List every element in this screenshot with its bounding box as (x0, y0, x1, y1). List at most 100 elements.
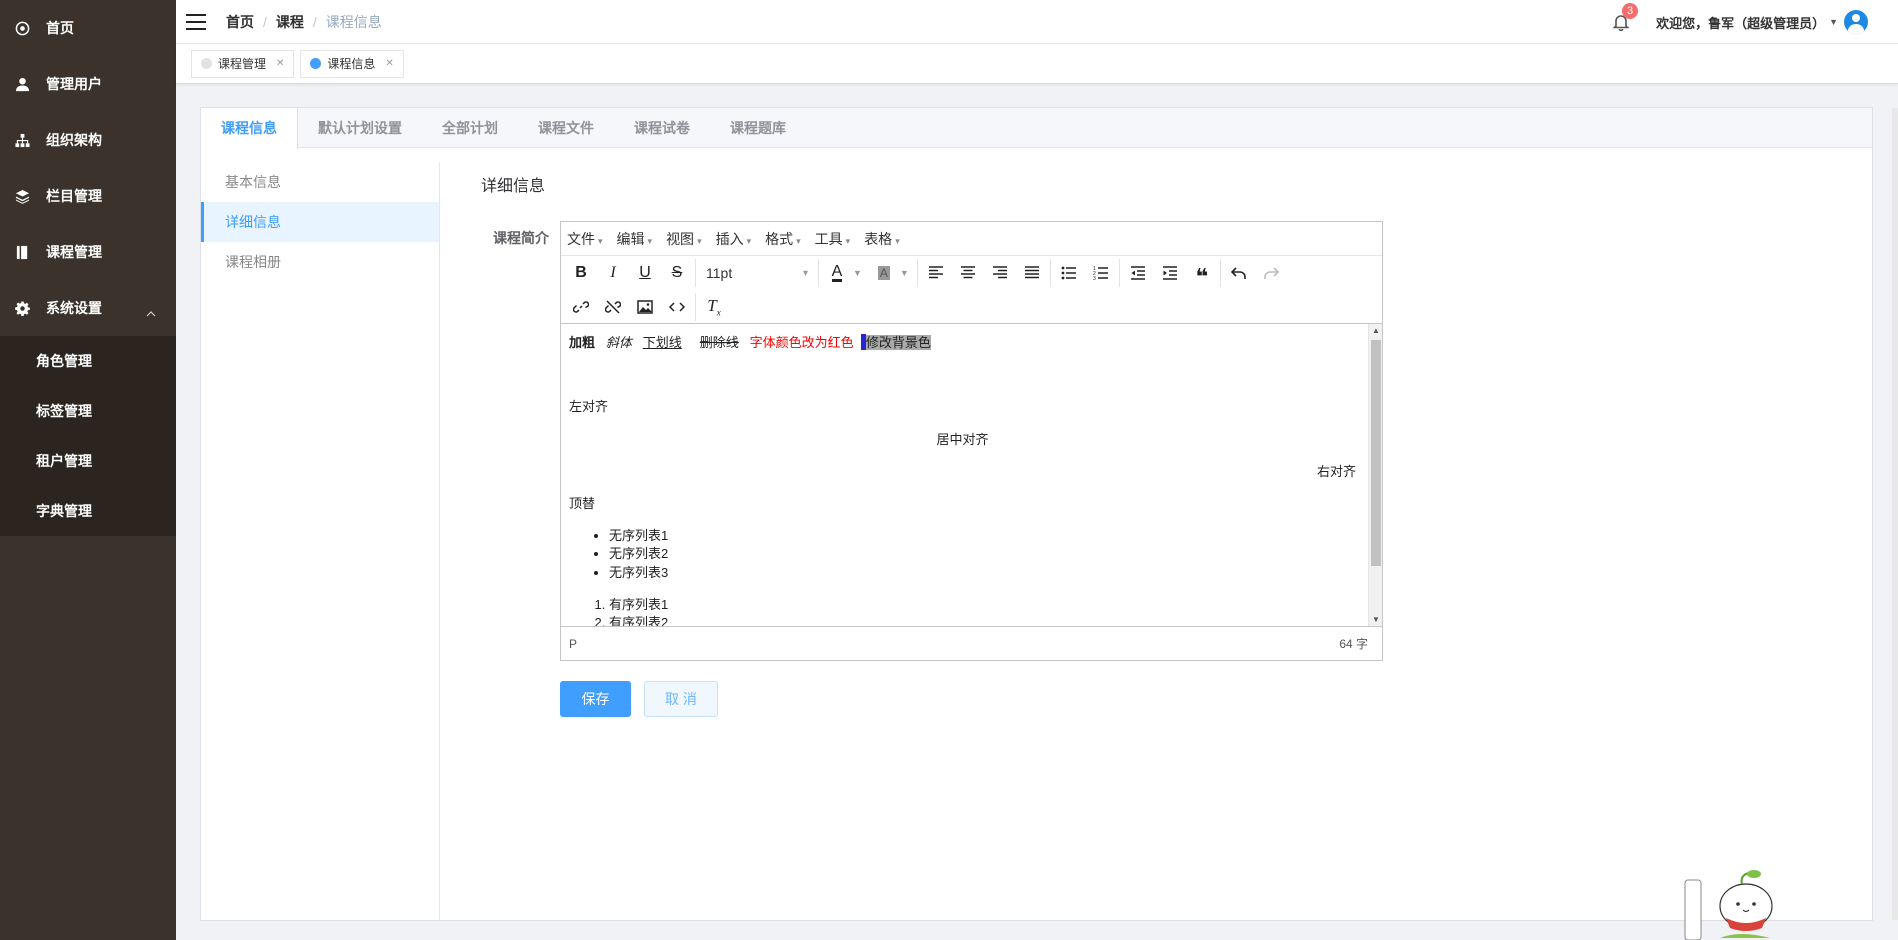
sidebar-item-label: 课程管理 (46, 244, 102, 260)
tag-course-info[interactable]: 课程信息 ✕ (300, 49, 404, 78)
scroll-up-icon[interactable]: ▲ (1372, 326, 1380, 335)
background-color-icon[interactable]: A (868, 259, 900, 287)
sidebar-item-settings[interactable]: 系统设置 (0, 280, 176, 336)
underline-icon[interactable]: U (629, 259, 661, 287)
page-scrollbar[interactable] (1892, 108, 1898, 920)
align-justify-icon[interactable] (1016, 259, 1048, 287)
menu-file[interactable]: 文件 (567, 229, 603, 249)
link-icon[interactable] (565, 293, 597, 321)
align-center-icon[interactable] (952, 259, 984, 287)
sidebar-item-users[interactable]: 管理用户 (0, 56, 176, 112)
align-left-icon[interactable] (920, 259, 952, 287)
menu-view[interactable]: 视图 (666, 229, 702, 249)
text-color-button[interactable]: A ▼ (821, 259, 868, 287)
org-tree-icon (14, 132, 30, 148)
undo-icon[interactable] (1223, 259, 1255, 287)
toolbar-divider (916, 259, 918, 287)
sidebar-item-org[interactable]: 组织架构 (0, 112, 176, 168)
outdent-icon[interactable] (1122, 259, 1154, 287)
menu-tools[interactable]: 工具 (815, 229, 851, 249)
tab-question-bank[interactable]: 课程题库 (710, 108, 806, 147)
strikethrough-icon[interactable]: S (661, 259, 693, 287)
bullet-list-icon[interactable] (1053, 259, 1085, 287)
toolbar-divider (1118, 259, 1120, 287)
list-item: 无序列表1 (609, 527, 1356, 545)
background-color-button[interactable]: A ▼ (868, 259, 915, 287)
scroll-down-icon[interactable]: ▼ (1372, 615, 1380, 624)
chevron-down-icon[interactable]: ▼ (900, 268, 909, 278)
field-label: 课程简介 (493, 230, 549, 246)
text-strike: 删除线 (699, 335, 739, 350)
code-icon[interactable] (661, 293, 693, 321)
tab-default-plan[interactable]: 默认计划设置 (298, 108, 422, 147)
tab-course-files[interactable]: 课程文件 (518, 108, 614, 147)
menu-detail-info[interactable]: 详细信息 (201, 202, 439, 242)
editor-scrollbar[interactable]: ▲ ▼ (1368, 324, 1382, 626)
editor-toolbar-row1: B I U S 11pt A ▼ A ▼ 123 (561, 256, 1382, 290)
layers-icon (14, 188, 30, 204)
font-size-select[interactable]: 11pt (698, 259, 816, 287)
user-icon (14, 76, 30, 92)
sidebar-item-label: 角色管理 (36, 353, 92, 369)
main-card: 课程信息 默认计划设置 全部计划 课程文件 课程试卷 课程题库 基本信息 详细信… (200, 107, 1873, 921)
italic-icon[interactable]: I (597, 259, 629, 287)
menu-format[interactable]: 格式 (765, 229, 801, 249)
avatar[interactable] (1844, 10, 1868, 34)
hamburger-menu-icon[interactable] (186, 13, 206, 30)
clear-format-icon[interactable]: Tx (698, 293, 730, 321)
sidebar-item-label: 租户管理 (36, 453, 92, 469)
sidebar-item-dictionary[interactable]: 字典管理 (0, 486, 176, 536)
toolbar-divider (818, 259, 819, 287)
list-item: 有序列表1 (609, 596, 1356, 614)
editor-toolbar-row2: Tx (561, 290, 1382, 324)
sidebar-item-tenants[interactable]: 租户管理 (0, 436, 176, 486)
text-color-icon[interactable]: A (821, 259, 853, 287)
close-icon[interactable]: ✕ (276, 58, 284, 69)
tab-course-papers[interactable]: 课程试卷 (614, 108, 710, 147)
menu-insert[interactable]: 插入 (716, 229, 752, 249)
sidebar-item-home[interactable]: 首页 (0, 0, 176, 56)
tag-course-manage[interactable]: 课程管理 ✕ (191, 49, 295, 78)
header-right: 3 欢迎您，鲁军（超级管理员） ▼ (1612, 0, 1868, 44)
user-welcome[interactable]: 欢迎您，鲁军（超级管理员） (1656, 13, 1825, 32)
sidebar-item-course[interactable]: 课程管理 (0, 224, 176, 280)
tag-dot-icon (310, 58, 322, 69)
scroll-thumb[interactable] (1371, 340, 1381, 566)
unlink-icon[interactable] (597, 293, 629, 321)
menu-table[interactable]: 表格 (864, 229, 900, 249)
dashboard-icon (14, 20, 30, 36)
chevron-up-icon (146, 304, 156, 320)
menu-edit[interactable]: 编辑 (617, 229, 653, 249)
tab-all-plans[interactable]: 全部计划 (422, 108, 518, 147)
menu-basic-info[interactable]: 基本信息 (201, 162, 439, 202)
caret-down-icon[interactable]: ▼ (1829, 17, 1838, 27)
ordered-list: 有序列表1 有序列表2 (609, 596, 1356, 626)
sidebar-item-column[interactable]: 栏目管理 (0, 168, 176, 224)
paragraph-center: 居中对齐 (936, 431, 989, 447)
bell-icon[interactable]: 3 (1612, 3, 1639, 32)
tab-course-info[interactable]: 课程信息 (201, 108, 298, 149)
bold-icon[interactable]: B (565, 259, 597, 287)
cancel-button[interactable]: 取 消 (644, 681, 718, 717)
sidebar-item-tags[interactable]: 标签管理 (0, 386, 176, 436)
element-path[interactable]: P (569, 637, 577, 651)
close-icon[interactable]: ✕ (385, 58, 393, 69)
svg-text:3: 3 (1093, 276, 1096, 281)
blockquote-icon[interactable]: ❝ (1186, 259, 1218, 288)
editor-content[interactable]: 加粗 斜体 下划线 删除线 字体颜色改为红色 修改背景色 左对齐 居中对齐 右对… (561, 324, 1382, 626)
section-title: 详细信息 (481, 178, 546, 195)
text-underline: 下划线 (642, 335, 682, 350)
sidebar-item-roles[interactable]: 角色管理 (0, 336, 176, 386)
numbered-list-icon[interactable]: 123 (1085, 259, 1117, 287)
breadcrumb-course[interactable]: 课程 (276, 12, 304, 32)
indent-icon[interactable] (1154, 259, 1186, 287)
sidebar-item-label: 组织架构 (46, 132, 102, 148)
align-right-icon[interactable] (984, 259, 1016, 287)
breadcrumb-home[interactable]: 首页 (226, 12, 254, 32)
chevron-down-icon[interactable]: ▼ (853, 268, 862, 278)
save-button[interactable]: 保存 (560, 681, 631, 717)
sidebar-item-label: 管理用户 (46, 76, 102, 92)
menu-album[interactable]: 课程相册 (201, 242, 439, 282)
redo-icon[interactable] (1255, 259, 1287, 287)
image-icon[interactable] (629, 293, 661, 321)
